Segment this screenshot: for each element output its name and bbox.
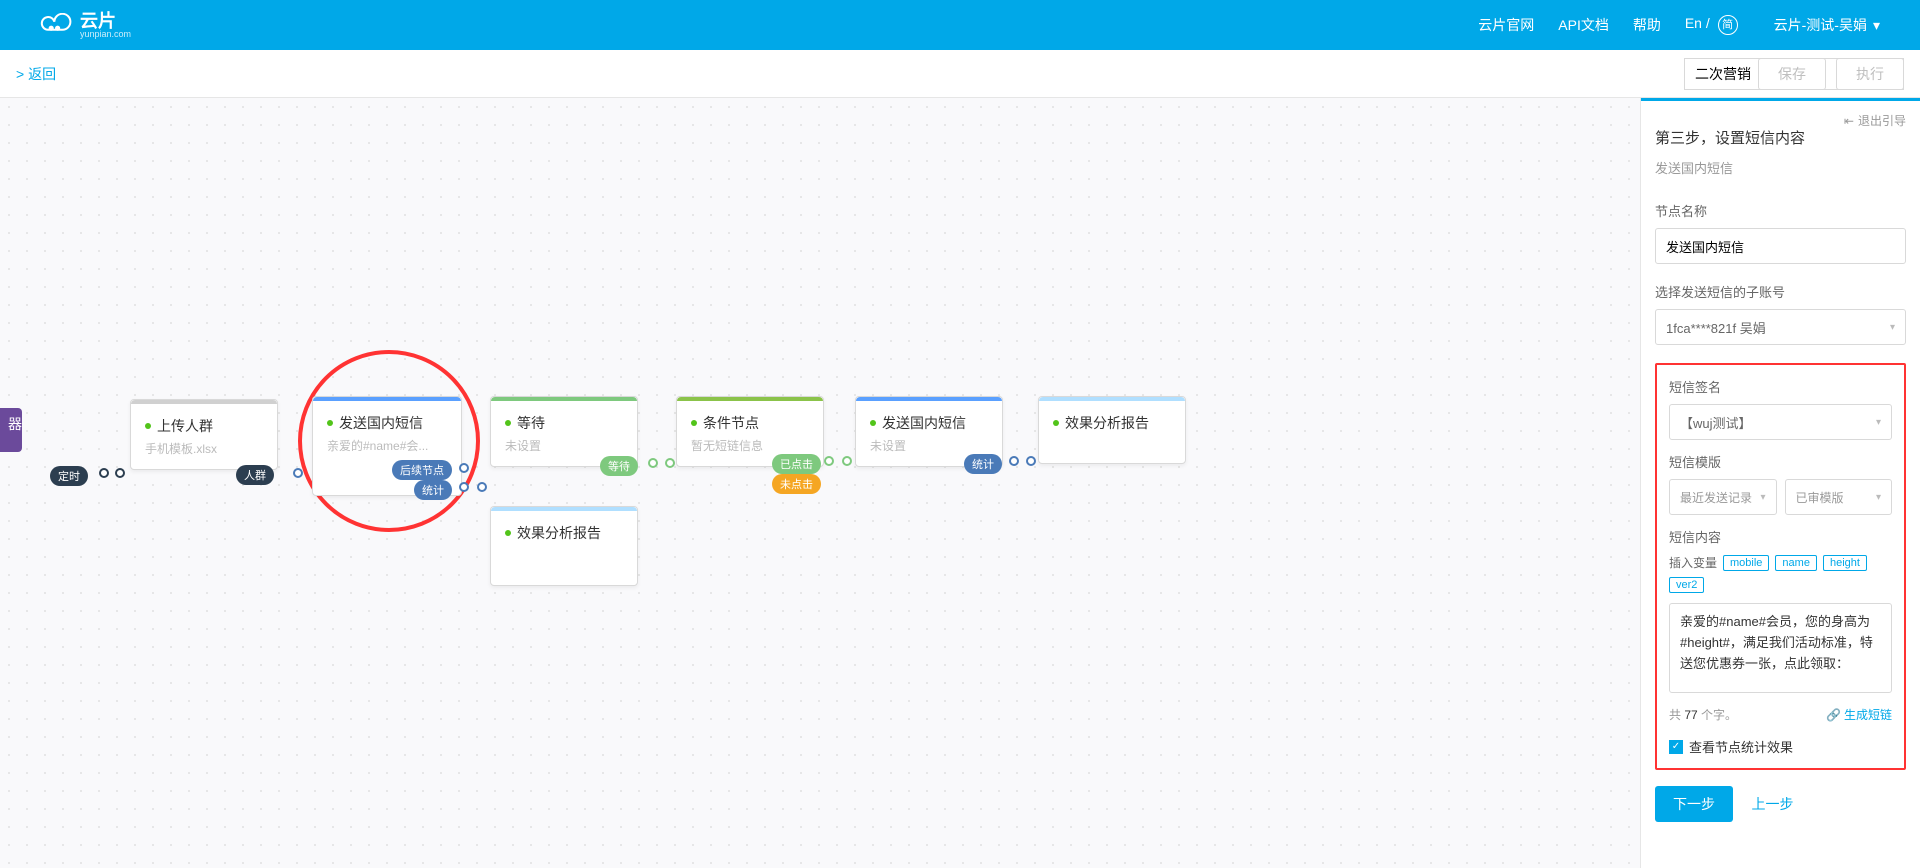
content-label: 短信内容 <box>1669 527 1892 546</box>
main: 器 定时 上传人群 手机模板.xlsx 人群 发送国内短信 亲爱的#name#会… <box>0 98 1920 868</box>
sub-account-select[interactable]: 1fca****821f 吴娟 ▾ <box>1655 309 1906 345</box>
prev-button[interactable]: 上一步 <box>1751 794 1793 814</box>
cloud-icon <box>40 13 72 37</box>
var-chip-name[interactable]: name <box>1775 555 1817 571</box>
template-approved-select[interactable]: 已审模版 ▾ <box>1785 479 1893 515</box>
logo[interactable]: 云片 yunpian.com <box>40 12 131 39</box>
tag-stats2[interactable]: 统计 <box>964 454 1002 474</box>
port[interactable] <box>459 482 469 492</box>
next-button[interactable]: 下一步 <box>1655 786 1733 822</box>
sign-label: 短信签名 <box>1669 377 1892 396</box>
node-name-input[interactable] <box>1655 228 1906 264</box>
tag-stats[interactable]: 统计 <box>414 480 452 500</box>
flow-canvas[interactable]: 器 定时 上传人群 手机模板.xlsx 人群 发送国内短信 亲爱的#name#会… <box>0 98 1640 868</box>
port[interactable] <box>459 463 469 473</box>
toolbar: > 返回 保存 执行 <box>0 50 1920 98</box>
nav-lang[interactable]: En / 简 <box>1685 15 1738 35</box>
exit-icon: ⇤ <box>1844 114 1854 128</box>
header: 云片 yunpian.com 云片官网 API文档 帮助 En / 简 云片-测… <box>0 0 1920 50</box>
back-link[interactable]: > 返回 <box>16 64 56 84</box>
sign-select[interactable]: 【wuj测试】 ▾ <box>1669 404 1892 440</box>
header-nav: 云片官网 API文档 帮助 En / 简 云片-测试-吴娟 ▾ <box>1478 15 1880 35</box>
node-name-label: 节点名称 <box>1655 201 1906 220</box>
node-entry-title: 器 <box>8 416 22 432</box>
port[interactable] <box>648 458 658 468</box>
node-report2[interactable]: 效果分析报告 <box>1038 396 1186 464</box>
chevron-down-icon: ▾ <box>1760 492 1765 503</box>
port[interactable] <box>1009 456 1019 466</box>
char-count: 共 77 个字。 <box>1669 706 1737 723</box>
nav-help[interactable]: 帮助 <box>1633 15 1661 35</box>
view-stats-label: 查看节点统计效果 <box>1689 737 1793 756</box>
port[interactable] <box>824 456 834 466</box>
run-button[interactable]: 执行 <box>1836 58 1904 90</box>
port[interactable] <box>293 468 303 478</box>
chevron-down-icon: ▾ <box>1873 17 1880 34</box>
port[interactable] <box>1026 456 1036 466</box>
view-stats-checkbox[interactable]: ✓ <box>1669 740 1683 754</box>
nav-home[interactable]: 云片官网 <box>1478 15 1534 35</box>
var-chip-ver2[interactable]: ver2 <box>1669 577 1704 593</box>
exit-guide-link[interactable]: ⇤ 退出引导 <box>1844 112 1906 129</box>
port[interactable] <box>99 468 109 478</box>
tag-scheduled[interactable]: 定时 <box>50 466 88 486</box>
var-chip-height[interactable]: height <box>1823 555 1867 571</box>
port[interactable] <box>115 468 125 478</box>
logo-text: 云片 <box>80 12 131 30</box>
save-button[interactable]: 保存 <box>1758 58 1826 90</box>
node-upload[interactable]: 上传人群 手机模板.xlsx <box>130 399 278 470</box>
generate-shortlink[interactable]: 🔗 生成短链 <box>1826 706 1892 723</box>
chevron-down-icon: ▾ <box>1890 322 1895 333</box>
lang-badge: 简 <box>1718 15 1738 35</box>
tag-clicked[interactable]: 已点击 <box>772 454 821 474</box>
link-icon: 🔗 <box>1826 708 1841 722</box>
user-menu[interactable]: 云片-测试-吴娟 ▾ <box>1774 15 1880 35</box>
sub-account-label: 选择发送短信的子账号 <box>1655 282 1906 301</box>
var-chip-mobile[interactable]: mobile <box>1723 555 1769 571</box>
sms-content-textarea[interactable] <box>1669 603 1892 693</box>
node-report1[interactable]: 效果分析报告 <box>490 506 638 586</box>
template-label: 短信模版 <box>1669 452 1892 471</box>
chevron-down-icon: ▾ <box>1876 492 1881 503</box>
panel-title: 第三步，设置短信内容 <box>1655 127 1906 148</box>
tag-wait[interactable]: 等待 <box>600 456 638 476</box>
chevron-down-icon: ▾ <box>1876 417 1881 428</box>
port[interactable] <box>477 482 487 492</box>
sms-config-box: 短信签名 【wuj测试】 ▾ 短信模版 最近发送记录 ▾ 已审模版 ▾ 短信内容 <box>1655 363 1906 770</box>
tag-not-clicked[interactable]: 未点击 <box>772 474 821 494</box>
template-recent-select[interactable]: 最近发送记录 ▾ <box>1669 479 1777 515</box>
tag-audience[interactable]: 人群 <box>236 465 274 485</box>
port[interactable] <box>842 456 852 466</box>
panel-subtitle: 发送国内短信 <box>1655 158 1906 177</box>
logo-sub: yunpian.com <box>80 30 131 39</box>
side-panel: ⇤ 退出引导 第三步，设置短信内容 发送国内短信 节点名称 选择发送短信的子账号… <box>1640 98 1920 868</box>
node-entry[interactable]: 器 <box>0 408 22 452</box>
nav-api[interactable]: API文档 <box>1558 15 1609 35</box>
tag-next-node[interactable]: 后续节点 <box>392 460 452 480</box>
port[interactable] <box>665 458 675 468</box>
var-label: 插入变量 <box>1669 554 1717 571</box>
